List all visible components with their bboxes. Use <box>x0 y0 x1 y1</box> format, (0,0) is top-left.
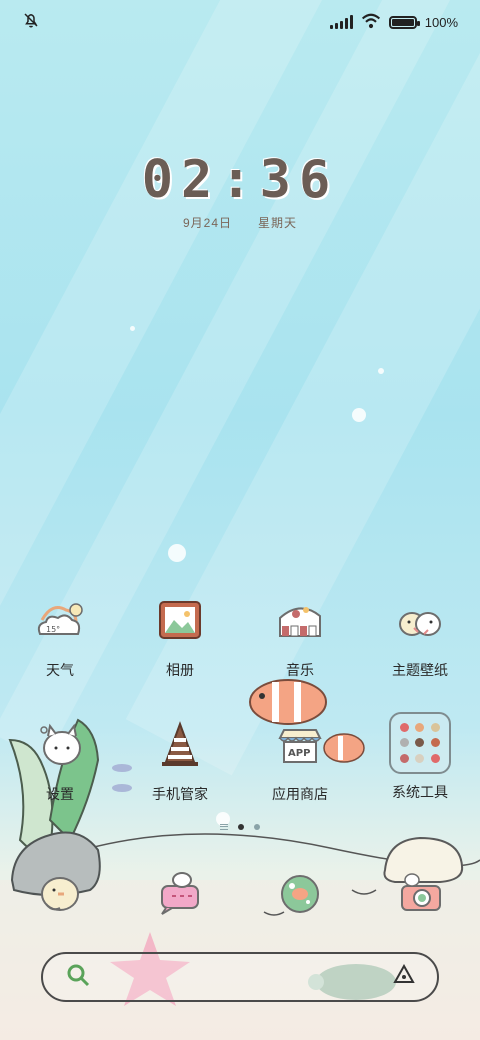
signal-icon <box>329 15 353 29</box>
clock-widget[interactable]: 02:36 9月24日 星期天 <box>0 150 480 231</box>
app-label: 系统工具 <box>392 784 448 800</box>
status-bar: 100% <box>0 0 480 44</box>
app-store-badge: APP <box>288 748 310 759</box>
battery-icon <box>388 15 420 29</box>
folder-icon <box>389 712 451 774</box>
bubble <box>378 368 384 374</box>
settings-icon <box>28 712 92 776</box>
dock-phone[interactable] <box>0 860 120 924</box>
app-themes[interactable]: 主题壁纸 <box>360 588 480 680</box>
app-label: 音乐 <box>286 662 314 678</box>
app-gallery[interactable]: 相册 <box>120 588 240 680</box>
weather-icon: 15° <box>28 588 92 652</box>
app-music[interactable]: 音乐 <box>240 588 360 680</box>
clock-weekday: 星期天 <box>258 216 298 230</box>
theme-icon <box>388 588 452 652</box>
phone-manager-icon <box>148 712 212 776</box>
app-phone-manager[interactable]: 手机管家 <box>120 712 240 804</box>
app-label: 天气 <box>46 662 74 678</box>
gallery-icon <box>148 588 212 652</box>
clock-time: 02:36 <box>141 150 339 210</box>
bell-slash-icon <box>22 11 40 34</box>
page-dot-active[interactable] <box>238 824 244 830</box>
app-label: 手机管家 <box>152 786 208 802</box>
bubble <box>352 408 366 422</box>
app-system-tools-folder[interactable]: 系统工具 <box>360 712 480 804</box>
app-label: 应用商店 <box>272 786 328 802</box>
clock-date: 9月24日 <box>182 216 232 230</box>
search-bar[interactable] <box>41 952 439 1002</box>
phone-icon <box>28 860 92 924</box>
search-icon[interactable] <box>65 962 91 993</box>
status-indicators: 100% <box>329 13 458 32</box>
app-label: 设置 <box>46 786 74 802</box>
battery-percentage: 100% <box>424 14 458 30</box>
assistant-icon[interactable] <box>393 963 415 991</box>
app-store[interactable]: APP 应用商店 <box>240 712 360 804</box>
dock <box>0 860 480 924</box>
app-settings[interactable]: 设置 <box>0 712 120 804</box>
page-dot[interactable] <box>254 824 260 830</box>
app-row-2: 设置 手机管家 APP 应用商店 系统工具 <box>0 712 480 804</box>
music-icon <box>268 588 332 652</box>
clock-date-row: 9月24日 星期天 <box>0 214 480 231</box>
dock-messages[interactable] <box>120 860 240 924</box>
messages-icon <box>148 860 212 924</box>
weather-temp: 15° <box>46 625 60 634</box>
page-indicator[interactable] <box>0 824 480 830</box>
page-indicator-menu[interactable] <box>220 824 228 830</box>
app-weather[interactable]: 15° 天气 <box>0 588 120 680</box>
wifi-icon <box>361 13 381 32</box>
camera-icon <box>388 860 452 924</box>
bubble <box>130 326 135 331</box>
app-label: 主题壁纸 <box>392 662 448 678</box>
app-row-1: 15° 天气 相册 音乐 主题壁纸 <box>0 588 480 680</box>
battery-level <box>391 18 414 26</box>
dock-browser[interactable] <box>240 860 360 924</box>
app-label: 相册 <box>166 662 194 678</box>
app-store-icon: APP <box>268 712 332 776</box>
browser-icon <box>268 860 332 924</box>
dock-camera[interactable] <box>360 860 480 924</box>
bubble <box>168 544 186 562</box>
